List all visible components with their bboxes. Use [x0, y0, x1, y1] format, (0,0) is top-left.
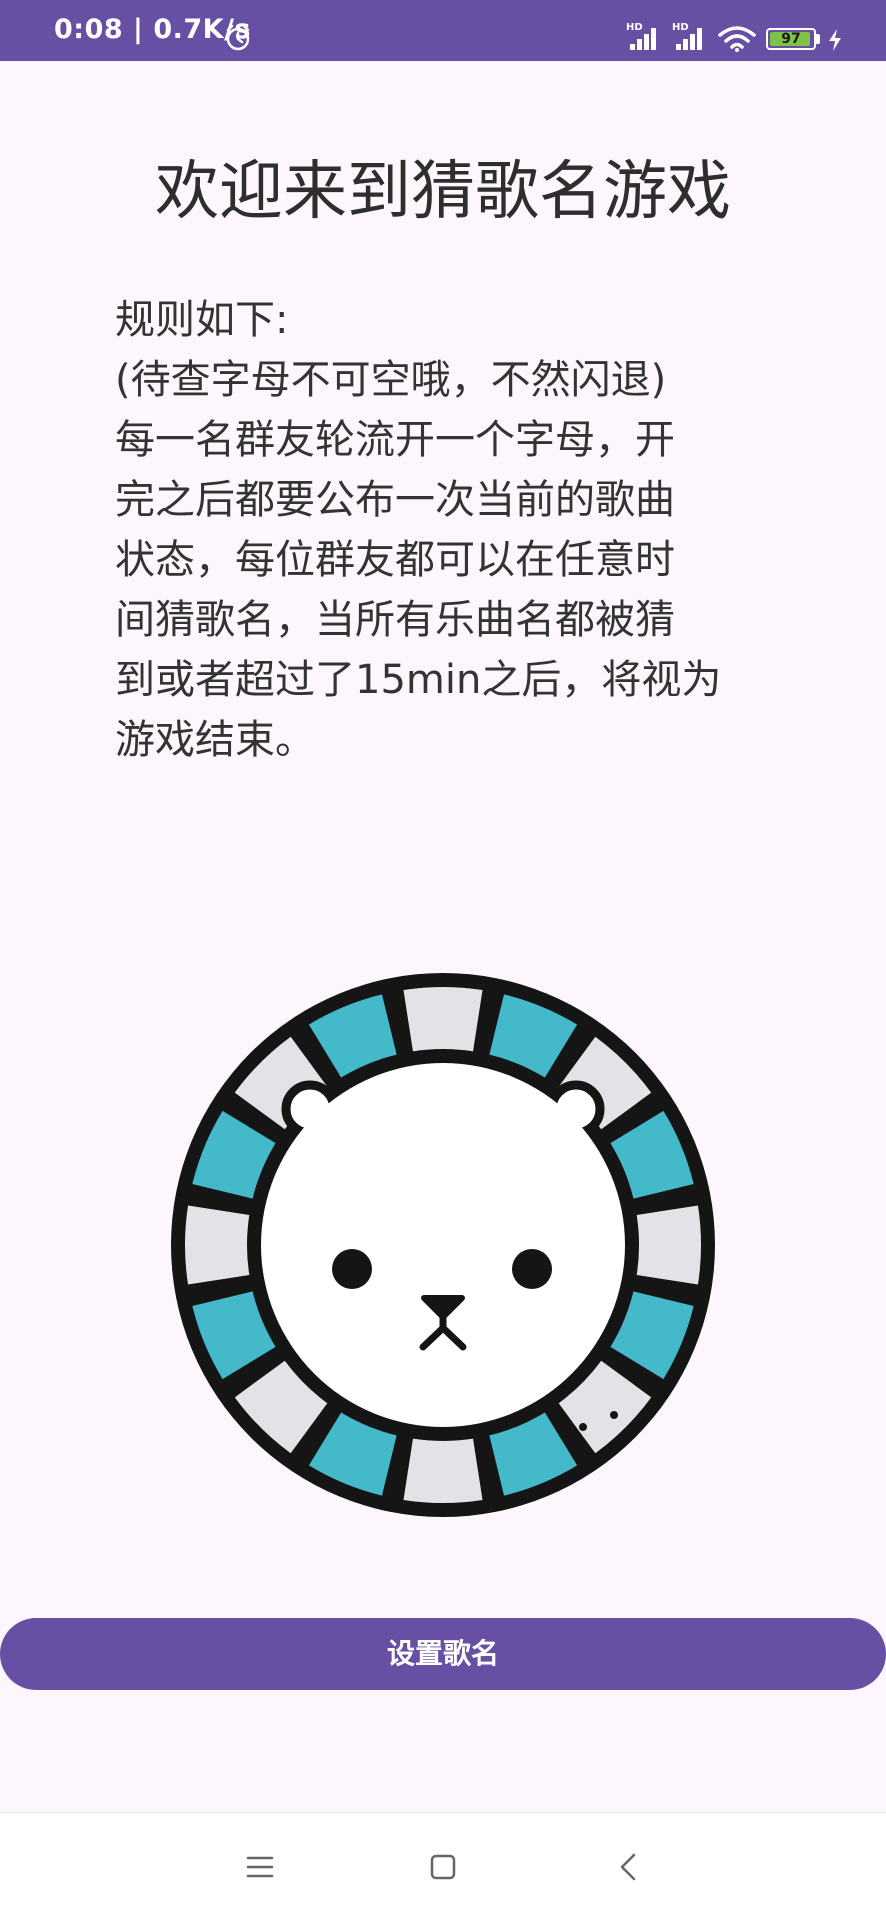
- rules-text: 规则如下: (待查字母不可空哦，不然闪退) 每一名群友轮流开一个字母，开 完之后…: [115, 297, 722, 763]
- battery-icon: 97: [766, 28, 816, 50]
- charging-icon: [829, 29, 841, 51]
- wifi-icon: [718, 26, 756, 52]
- alarm-icon: [226, 24, 250, 51]
- signal-icon: [630, 28, 656, 50]
- page-title: 欢迎来到猜歌名游戏: [155, 155, 731, 229]
- avatar-ring-segment: [185, 1205, 250, 1285]
- battery-cap: [816, 34, 820, 44]
- back-icon[interactable]: [610, 1847, 650, 1887]
- avatar-ring-segment: [403, 1438, 483, 1503]
- status-time: 0:08 | 0.7K/s: [54, 14, 252, 45]
- navigation-bar: [0, 1812, 886, 1921]
- polar-bear-avatar-icon: [171, 973, 715, 1517]
- avatar-ring-segment: [403, 987, 483, 1052]
- signal-icon: [676, 28, 702, 50]
- status-bar: 0:08 | 0.7K/s HD HD 97: [0, 0, 886, 61]
- battery-level: 97: [781, 31, 801, 47]
- menu-icon[interactable]: [240, 1847, 280, 1887]
- home-icon[interactable]: [423, 1847, 463, 1887]
- avatar-ring-segment: [636, 1205, 701, 1285]
- set-song-name-button[interactable]: 设置歌名: [0, 1618, 886, 1690]
